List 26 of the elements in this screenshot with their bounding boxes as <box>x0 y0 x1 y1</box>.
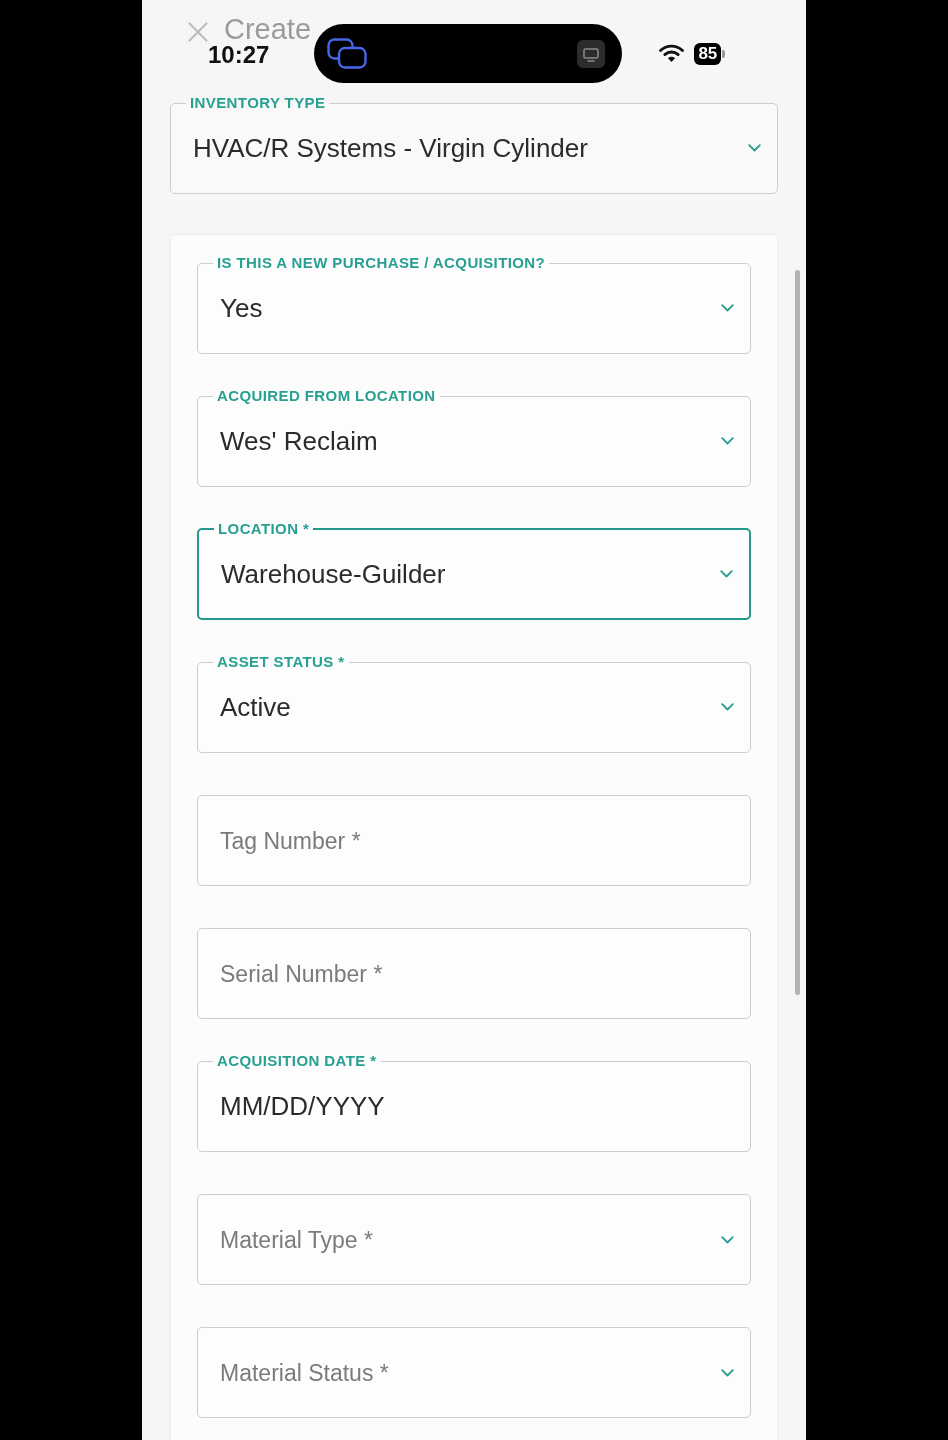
dropdown-field[interactable]: ACQUIRED FROM LOCATION Wes' Reclaim <box>197 388 751 487</box>
chevron-down-icon <box>721 1235 734 1244</box>
close-icon <box>188 22 208 42</box>
dropdown-field[interactable]: Material Type * <box>197 1194 751 1285</box>
chevron-down-icon <box>721 437 734 445</box>
chevron-down-icon <box>721 1368 734 1377</box>
overlapping-squares-icon <box>327 38 368 69</box>
text-field[interactable]: Serial Number * <box>197 928 751 1019</box>
battery-indicator: 85 <box>694 42 726 65</box>
status-time: 10:27 <box>208 42 270 67</box>
dropdown-field[interactable]: Material Status * <box>197 1327 751 1418</box>
dropdown-field[interactable]: INVENTORY TYPE HVAC/R Systems - Virgin Cylinder <box>170 95 778 194</box>
scrollbar-thumb[interactable] <box>795 270 800 995</box>
chevron-down-icon <box>748 144 761 152</box>
chevron-down-icon <box>720 569 733 578</box>
close-button[interactable] <box>188 22 208 42</box>
dropdown-field[interactable]: ASSET STATUS * Active <box>197 654 751 753</box>
text-field[interactable]: Tag Number * <box>197 795 751 886</box>
dropdown-field[interactable]: LOCATION * Warehouse-Guilder <box>197 521 751 620</box>
wifi-icon <box>659 44 685 63</box>
dropdown-field[interactable]: IS THIS A NEW PURCHASE / ACQUISITION? Yes <box>197 255 751 354</box>
tv-icon <box>577 39 606 68</box>
chevron-down-icon <box>721 703 734 711</box>
chevron-down-icon <box>721 304 734 312</box>
date-field[interactable]: ACQUISITION DATE * MM/DD/YYYY <box>197 1053 751 1152</box>
page-title: Create <box>224 14 312 44</box>
